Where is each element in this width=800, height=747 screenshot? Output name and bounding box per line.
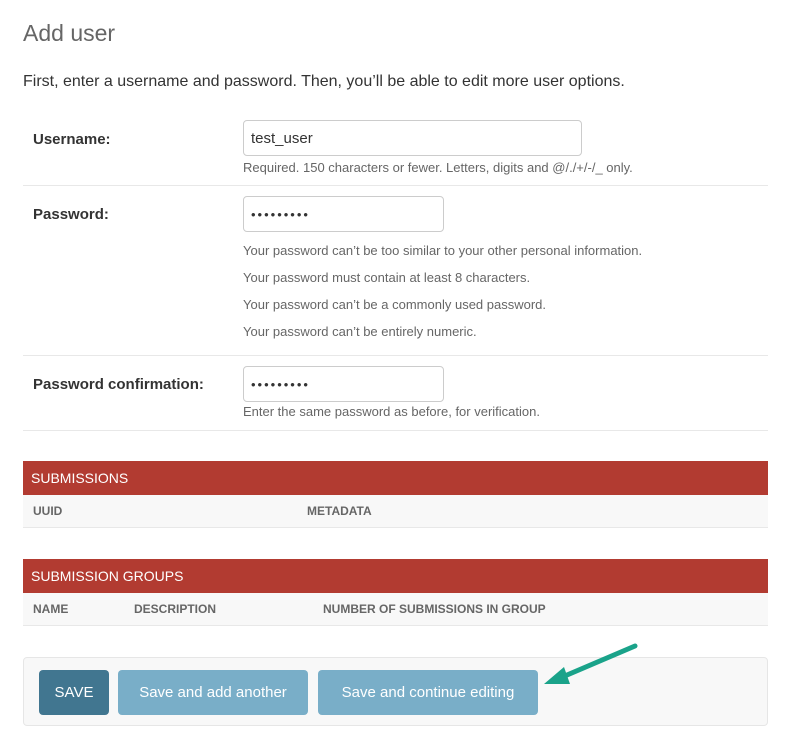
column-description: DESCRIPTION [134, 602, 217, 616]
password-confirmation-row: Password confirmation: Enter the same pa… [23, 356, 768, 431]
arrow-pointer-icon [544, 643, 638, 684]
intro-text: First, enter a username and password. Th… [23, 73, 625, 90]
submissions-columns: UUID METADATA [23, 495, 768, 528]
password-confirmation-help: Enter the same password as before, for v… [243, 404, 540, 419]
username-label: Username: [33, 131, 111, 148]
submissions-inline: SUBMISSIONS UUID METADATA [23, 461, 768, 528]
submission-groups-header: SUBMISSION GROUPS [23, 559, 768, 593]
password-help-list: Your password can’t be too similar to yo… [243, 242, 642, 350]
password-confirmation-input[interactable] [243, 366, 444, 402]
column-number-of-submissions: NUMBER OF SUBMISSIONS IN GROUP [323, 602, 546, 616]
password-label: Password: [33, 206, 109, 223]
username-input[interactable] [243, 120, 582, 156]
column-metadata: METADATA [307, 504, 372, 518]
submissions-header: SUBMISSIONS [23, 461, 768, 495]
username-row: Username: Required. 150 characters or fe… [23, 112, 768, 186]
username-help: Required. 150 characters or fewer. Lette… [243, 160, 633, 175]
password-input[interactable] [243, 196, 444, 232]
submission-groups-columns: NAME DESCRIPTION NUMBER OF SUBMISSIONS I… [23, 593, 768, 626]
password-help-item: Your password must contain at least 8 ch… [243, 270, 531, 285]
submit-row: SAVE Save and add another Save and conti… [23, 657, 768, 726]
password-row: Password: Your password can’t be too sim… [23, 186, 768, 356]
submission-groups-inline: SUBMISSION GROUPS NAME DESCRIPTION NUMBE… [23, 559, 768, 626]
column-name: NAME [33, 602, 69, 616]
page-title: Add user [23, 20, 116, 46]
password-help-item: Your password can’t be too similar to yo… [243, 243, 643, 258]
save-and-continue-editing-button[interactable]: Save and continue editing [318, 670, 538, 715]
save-and-add-another-button[interactable]: Save and add another [118, 670, 308, 715]
password-confirmation-label: Password confirmation: [33, 376, 204, 393]
column-uuid: UUID [33, 504, 63, 518]
save-button[interactable]: SAVE [39, 670, 109, 715]
password-help-item: Your password can’t be entirely numeric. [243, 324, 477, 339]
password-help-item: Your password can’t be a commonly used p… [243, 297, 547, 312]
